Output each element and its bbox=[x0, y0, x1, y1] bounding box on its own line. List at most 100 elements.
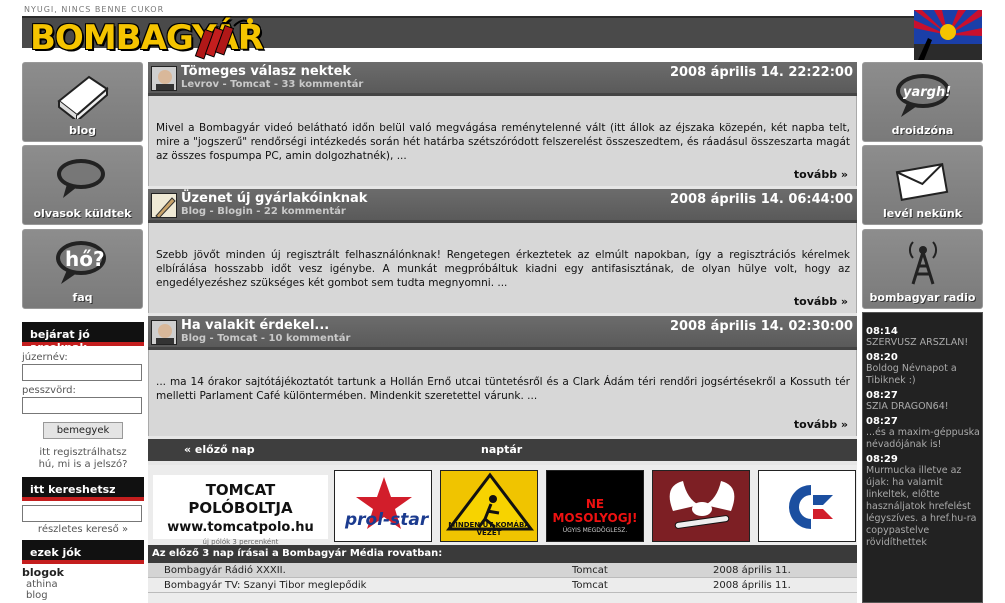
question-bubble-icon: hő? bbox=[56, 241, 106, 284]
calendar-link[interactable]: naptár bbox=[481, 443, 522, 456]
read-more-link[interactable]: tovább » bbox=[794, 168, 848, 181]
username-input[interactable] bbox=[22, 364, 142, 381]
post-body: Szebb jövőt minden új regisztrált felhas… bbox=[148, 223, 857, 313]
chat-time: 08:29 bbox=[866, 454, 898, 465]
envelope-icon bbox=[895, 163, 949, 201]
banner-strip: TOMCAT POLÓBOLTJA www.tomcatpolo.hu új p… bbox=[148, 465, 857, 546]
advanced-search-link[interactable]: részletes kereső » bbox=[22, 524, 144, 536]
recent-row[interactable]: Bombagyár TV: Szanyi Tibor meglepődik To… bbox=[148, 578, 857, 593]
dynamite-icon bbox=[194, 18, 253, 60]
login-title: bejárat jó arcoknak bbox=[22, 322, 144, 354]
chat-time: 08:14 bbox=[866, 326, 898, 337]
recent-title[interactable]: Bombagyár TV: Szanyi Tibor meglepődik bbox=[164, 580, 366, 591]
prolstar-text: prol-star bbox=[344, 510, 430, 530]
forgot-password-link[interactable]: hú, mi is a jelszó? bbox=[22, 459, 144, 471]
recent-date: 2008 április 11. bbox=[713, 565, 791, 576]
nav-droidzona-label: droidzóna bbox=[891, 124, 954, 137]
nav-olvasok-label: olvasok küldtek bbox=[33, 207, 132, 220]
chat-time: 08:27 bbox=[866, 390, 898, 401]
post-meta[interactable]: Blog - Tomcat - 10 kommentár bbox=[181, 333, 350, 344]
yargh-bubble-icon: yargh! bbox=[896, 74, 951, 117]
author-avatar[interactable] bbox=[151, 320, 177, 345]
book-icon bbox=[57, 75, 109, 119]
post-meta[interactable]: Blog - Blogin - 22 kommentár bbox=[181, 206, 346, 217]
nav-blog[interactable]: blog bbox=[22, 62, 143, 142]
chat-time: 08:27 bbox=[866, 416, 898, 427]
tibet-flag-icon bbox=[914, 10, 982, 60]
svg-text:hő?: hő? bbox=[65, 247, 105, 271]
chat-box[interactable]: 08:14 SZERVUSZ ARSZLAN! 08:20 Boldog Név… bbox=[862, 312, 983, 603]
recent-author[interactable]: Tomcat bbox=[572, 580, 608, 591]
password-label: pesszvörd: bbox=[22, 385, 76, 396]
post-title[interactable]: Ha valakit érdekel... bbox=[181, 318, 329, 333]
nav-level-nekunk[interactable]: levél nekünk bbox=[862, 145, 983, 225]
nav-olvasok-kuldtek[interactable]: olvasok küldtek bbox=[22, 145, 143, 225]
post-date: 2008 április 14. 22:22:00 bbox=[669, 65, 853, 80]
commodore-logo-icon bbox=[789, 485, 833, 529]
post-date: 2008 április 14. 06:44:00 bbox=[669, 192, 853, 207]
chat-message: ...és a maxim-géppuska névadójának is! bbox=[866, 427, 980, 450]
ne-mosolyogj-banner[interactable]: NE MOSOLYOGJ! ÚGYIS MEGDÖGLESZ. bbox=[546, 470, 644, 542]
nav-level-label: levél nekünk bbox=[882, 207, 963, 220]
nav-droidzona[interactable]: yargh! droidzóna bbox=[862, 62, 983, 142]
recent-row[interactable]: Bombagyár Rádió XXXII. Tomcat 2008 ápril… bbox=[148, 563, 857, 578]
author-avatar[interactable] bbox=[151, 66, 177, 91]
read-more-link[interactable]: tovább » bbox=[794, 418, 848, 431]
site-header: NYUGI, NINCS BENNE CUKOR BOMBAGYÁR bbox=[0, 0, 1005, 62]
blog-link-blog[interactable]: blog bbox=[22, 590, 144, 601]
nav-bombagyar-radio[interactable]: bombagyar radio bbox=[862, 229, 983, 309]
dove-banner[interactable] bbox=[652, 470, 750, 542]
tomcat-banner-title: TOMCAT POLÓBOLTJA bbox=[188, 481, 293, 517]
post-excerpt: ... ma 14 órakor sajtótájékoztatót tartu… bbox=[156, 376, 850, 402]
ne-mosolyogj-sub: ÚGYIS MEGDÖGLESZ. bbox=[562, 527, 628, 534]
warning-banner-text: MINDEN ÚT KOMÁBA VEZET bbox=[448, 521, 530, 537]
post-title[interactable]: Üzenet új gyárlakóinknak bbox=[181, 191, 367, 206]
post: Ha valakit érdekel... Blog - Tomcat - 10… bbox=[148, 316, 857, 436]
star-logo-icon: prol-star bbox=[344, 477, 430, 530]
site-logo[interactable]: BOMBAGYÁR bbox=[30, 12, 264, 62]
recent-author[interactable]: Tomcat bbox=[572, 565, 608, 576]
chat-message: Murmucka illetve az újak: ha valamit lin… bbox=[866, 465, 977, 548]
chat-message: Boldog Névnapot a Tibiknek :) bbox=[866, 363, 957, 386]
recent-title[interactable]: Bombagyár Rádió XXXII. bbox=[164, 565, 286, 576]
post-date: 2008 április 14. 02:30:00 bbox=[669, 319, 853, 334]
post-meta[interactable]: Levrov - Tomcat - 33 kommentár bbox=[181, 79, 363, 90]
prolstar-banner[interactable]: prol-star bbox=[334, 470, 432, 542]
tomcat-polo-banner[interactable]: TOMCAT POLÓBOLTJA www.tomcatpolo.hu új p… bbox=[153, 475, 328, 546]
post: Tömeges válasz nektek Levrov - Tomcat - … bbox=[148, 62, 857, 186]
chat-time: 08:20 bbox=[866, 352, 898, 363]
login-button[interactable]: bemegyek bbox=[43, 422, 123, 439]
main-content: Tömeges válasz nektek Levrov - Tomcat - … bbox=[148, 62, 857, 603]
author-avatar[interactable] bbox=[151, 193, 177, 218]
commodore-banner[interactable] bbox=[758, 470, 856, 542]
post-excerpt: Mivel a Bombagyár videó belátható időn b… bbox=[156, 122, 850, 162]
recent-heading: Az előző 3 nap írásai a Bombagyár Média … bbox=[148, 545, 857, 563]
day-pager: « előző nap naptár bbox=[148, 439, 857, 461]
prev-day-link[interactable]: « előző nap bbox=[184, 443, 255, 456]
nav-blog-label: blog bbox=[68, 124, 97, 137]
post-excerpt: Szebb jövőt minden új regisztrált felhas… bbox=[156, 249, 850, 289]
post-header: Tömeges válasz nektek Levrov - Tomcat - … bbox=[148, 62, 857, 96]
nav-radio-label: bombagyar radio bbox=[869, 291, 976, 304]
yargh-text: yargh! bbox=[903, 85, 951, 100]
blogs-heading: blogok bbox=[22, 566, 64, 579]
blog-link-athina[interactable]: athina bbox=[22, 579, 144, 590]
ne-mosolyogj-title: NE MOSOLYOGJ! bbox=[552, 497, 638, 525]
nav-faq[interactable]: hő? faq bbox=[22, 229, 143, 309]
post-title[interactable]: Tömeges válasz nektek bbox=[181, 64, 351, 79]
password-input[interactable] bbox=[22, 397, 142, 414]
register-link[interactable]: itt regisztrálhatsz bbox=[22, 447, 144, 459]
post-body: Mivel a Bombagyár videó belátható időn b… bbox=[148, 96, 857, 186]
post-body: ... ma 14 órakor sajtótájékoztatót tartu… bbox=[148, 350, 857, 436]
warning-banner[interactable]: MINDEN ÚT KOMÁBA VEZET bbox=[440, 470, 538, 542]
chat-message: SZERVUSZ ARSZLAN! bbox=[866, 337, 969, 348]
read-more-link[interactable]: tovább » bbox=[794, 295, 848, 308]
recent-date: 2008 április 11. bbox=[713, 580, 791, 591]
search-input[interactable] bbox=[22, 505, 142, 522]
winged-skateboard-icon bbox=[669, 481, 735, 529]
post-header: Ha valakit érdekel... Blog - Tomcat - 10… bbox=[148, 316, 857, 350]
radio-tower-icon bbox=[909, 241, 937, 285]
search-title: itt kereshetsz bbox=[22, 477, 144, 501]
tomcat-banner-url: www.tomcatpolo.hu bbox=[167, 520, 314, 535]
nav-faq-label: faq bbox=[72, 291, 93, 304]
